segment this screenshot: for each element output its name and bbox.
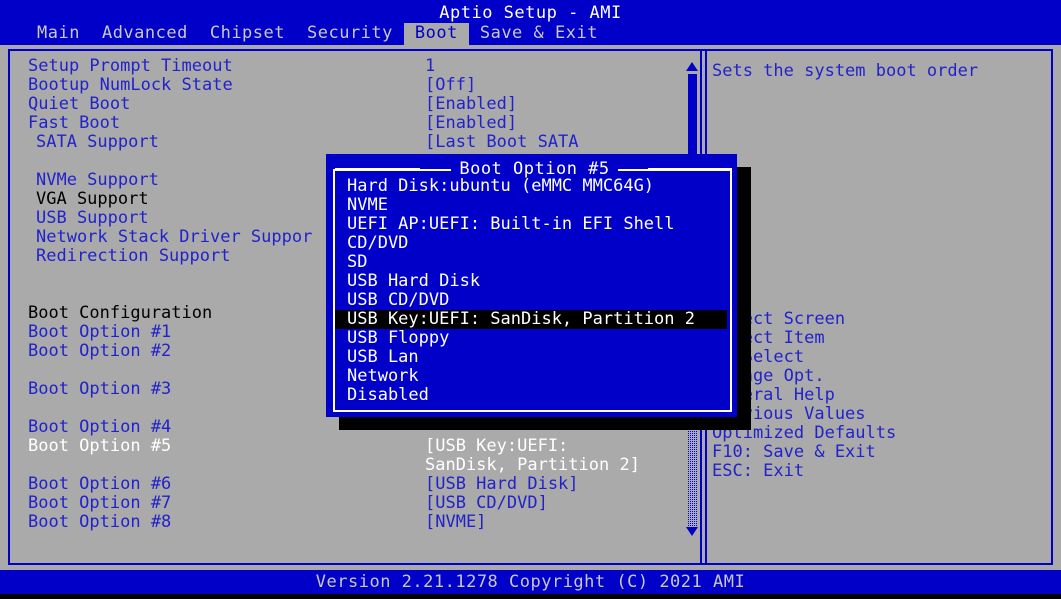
- setting-label: Boot Option #7: [28, 493, 172, 513]
- app-title: Aptio Setup - AMI: [439, 3, 622, 23]
- popup-option-list[interactable]: Hard Disk:ubuntu (eMMC MMC64G) NVME UEFI A…: [335, 177, 731, 405]
- setting-label: NVMe Support: [36, 170, 159, 190]
- key-legend-label: F10: Save & Exit: [712, 442, 876, 462]
- menu-tab-main[interactable]: Main: [26, 23, 91, 45]
- setting-label: Boot Option #6: [28, 474, 172, 494]
- setting-value[interactable]: [Off]: [425, 76, 476, 95]
- popup-option[interactable]: CD/DVD: [341, 234, 731, 253]
- popup-option[interactable]: Network: [341, 367, 731, 386]
- key-legend: Select Screen Select Item r: Select Change…: [712, 310, 1056, 481]
- popup-option[interactable]: USB Hard Disk: [341, 272, 731, 291]
- popup-option[interactable]: USB Lan: [341, 348, 731, 367]
- setting-row[interactable]: SATA Support [Last Boot SATA: [0, 133, 690, 152]
- key-legend-row: Select Item: [712, 329, 1056, 348]
- setting-label: Boot Option #2: [28, 341, 172, 361]
- key-legend-row: Change Opt.: [712, 367, 1056, 386]
- key-legend-label: ESC: Exit: [712, 461, 805, 481]
- setting-label: Bootup NumLock State: [28, 75, 233, 95]
- setting-row[interactable]: Boot Option #5 [USB Key:UEFI:: [0, 437, 690, 456]
- popup-option[interactable]: USB Floppy: [341, 329, 731, 348]
- setting-label: SATA Support: [36, 132, 159, 152]
- setting-label: Quiet Boot: [28, 94, 131, 114]
- popup-option[interactable]: NVME: [341, 196, 731, 215]
- scroll-up-arrow-icon[interactable]: [686, 62, 698, 71]
- footer-bar: Version 2.21.1278 Copyright (C) 2021 AMI: [0, 570, 1061, 594]
- setting-label: Boot Option #3: [28, 379, 172, 399]
- menu-tab-security[interactable]: Security: [296, 23, 404, 45]
- setting-row[interactable]: Setup Prompt Timeout 1: [0, 57, 690, 76]
- key-legend-row: Previous Values: [712, 405, 1056, 424]
- bios-setup-screen: Aptio Setup - AMI Main Advanced Chipset Sec…: [0, 0, 1061, 599]
- popup-option[interactable]: USB CD/DVD: [341, 291, 731, 310]
- setting-label: Boot Option #8: [28, 512, 172, 532]
- menu-tab-chipset[interactable]: Chipset: [199, 23, 296, 45]
- menu-tab-advanced[interactable]: Advanced: [91, 23, 199, 45]
- setting-value[interactable]: 1: [425, 57, 435, 76]
- popup-option[interactable]: Hard Disk:ubuntu (eMMC MMC64G): [341, 177, 731, 196]
- setting-value[interactable]: [USB CD/DVD]: [425, 494, 548, 513]
- setting-row[interactable]: Bootup NumLock State [Off]: [0, 76, 690, 95]
- key-legend-row: ESC: Exit: [712, 462, 1056, 481]
- popup-option[interactable]: SD: [341, 253, 731, 272]
- setting-label: VGA Support: [36, 189, 149, 209]
- key-legend-row: r: Select: [712, 348, 1056, 367]
- setting-spacer: SanDisk, Partition 2]: [0, 456, 690, 475]
- setting-label: Redirection Support: [36, 246, 231, 266]
- version-text: Version 2.21.1278 Copyright (C) 2021 AMI: [315, 572, 746, 592]
- menu-tab-boot[interactable]: Boot: [403, 23, 469, 45]
- help-description: Sets the system boot order: [712, 61, 979, 81]
- boot-option-popup[interactable]: Boot Option #5 Hard Disk:ubuntu (eMMC MM…: [326, 154, 737, 417]
- setting-label: USB Support: [36, 208, 149, 228]
- setting-row[interactable]: Boot Option #8 [NVME]: [0, 513, 690, 532]
- key-legend-row: Optimized Defaults: [712, 424, 1056, 443]
- key-legend-row: F10: Save & Exit: [712, 443, 1056, 462]
- setting-value[interactable]: [Enabled]: [425, 114, 517, 133]
- setting-label: Network Stack Driver Suppor: [36, 227, 313, 247]
- setting-label: Boot Option #5: [28, 436, 172, 456]
- setting-row[interactable]: Boot Option #6 [USB Hard Disk]: [0, 475, 690, 494]
- title-bar: Aptio Setup - AMI Main Advanced Chipset Sec…: [0, 0, 1061, 45]
- setting-label: Boot Option #1: [28, 322, 172, 342]
- setting-value[interactable]: [USB Hard Disk]: [425, 475, 579, 494]
- setting-value[interactable]: [Enabled]: [425, 95, 517, 114]
- popup-option[interactable]: Disabled: [341, 386, 731, 405]
- setting-label: Boot Configuration: [28, 303, 213, 323]
- scroll-down-arrow-icon[interactable]: [686, 527, 698, 536]
- key-legend-row: Select Screen: [712, 310, 1056, 329]
- setting-value[interactable]: SanDisk, Partition 2]: [425, 456, 640, 475]
- bottom-black-strip: [0, 594, 1061, 599]
- key-legend-row: General Help: [712, 386, 1056, 405]
- setting-label: Setup Prompt Timeout: [28, 56, 233, 76]
- menu-bar[interactable]: Main Advanced Chipset Security Boot Save & Ex…: [0, 23, 1061, 45]
- setting-value[interactable]: [USB Key:UEFI:: [425, 437, 568, 456]
- setting-value[interactable]: [Last Boot SATA: [425, 133, 579, 152]
- popup-option[interactable]: UEFI AP:UEFI: Built-in EFI Shell: [341, 215, 731, 234]
- menu-tab-save-exit[interactable]: Save & Exit: [469, 23, 609, 45]
- setting-label: Fast Boot: [28, 113, 121, 133]
- setting-row[interactable]: Fast Boot [Enabled]: [0, 114, 690, 133]
- setting-row[interactable]: Boot Option #7 [USB CD/DVD]: [0, 494, 690, 513]
- setting-value[interactable]: [NVME]: [425, 513, 486, 532]
- popup-option-selected[interactable]: USB Key:UEFI: SanDisk, Partition 2: [335, 310, 727, 329]
- setting-label: Boot Option #4: [28, 417, 172, 437]
- setting-row[interactable]: Quiet Boot [Enabled]: [0, 95, 690, 114]
